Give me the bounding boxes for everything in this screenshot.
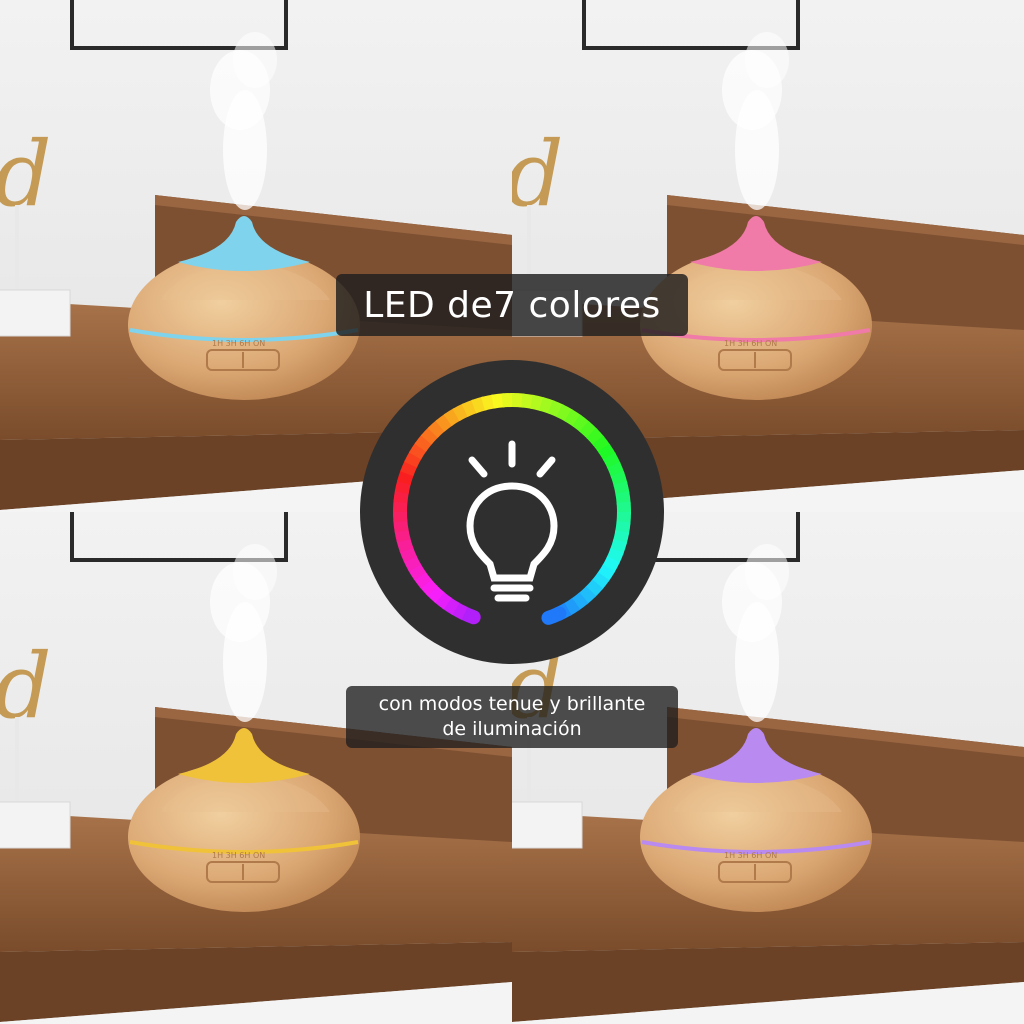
svg-text:d: d (512, 122, 564, 227)
svg-text:d: d (0, 634, 52, 739)
subtitle-banner: con modos tenue y brillante de iluminaci… (346, 686, 678, 748)
light-bulb-icon (466, 440, 558, 602)
timer-label: 1H 3H 6H ON (212, 851, 265, 860)
title-text: LED de7 colores (363, 284, 661, 326)
led-badge (360, 360, 664, 664)
timer-label: 1H 3H 6H ON (212, 339, 265, 348)
subtitle-line-2: de iluminación (442, 718, 582, 740)
subtitle-line-1: con modos tenue y brillante (378, 693, 646, 715)
timer-label: 1H 3H 6H ON (724, 339, 777, 348)
timer-label: 1H 3H 6H ON (724, 851, 777, 860)
svg-text:d: d (0, 122, 52, 227)
title-banner: LED de7 colores (336, 274, 688, 336)
